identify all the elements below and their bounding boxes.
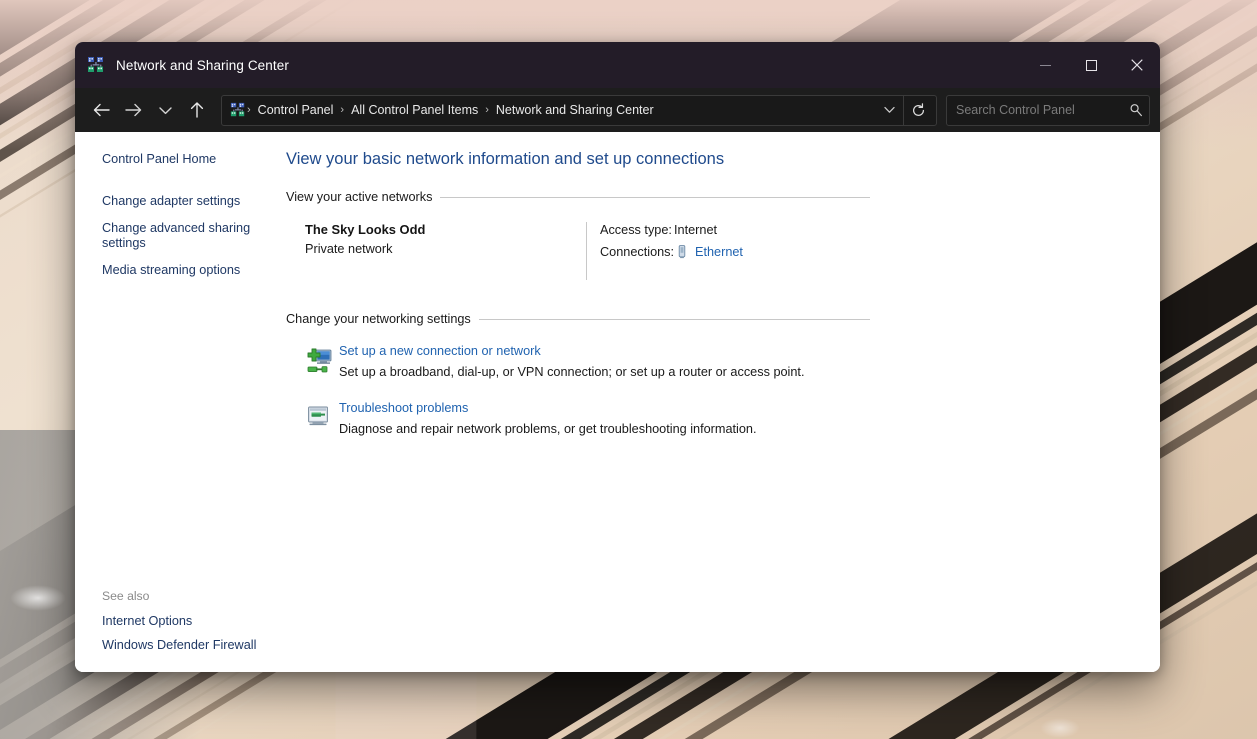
network-type: Private network (305, 242, 586, 256)
networking-settings-heading: Change your networking settings (286, 312, 870, 326)
network-and-sharing-center-window: Network and Sharing Center (75, 42, 1160, 672)
vertical-divider (586, 222, 587, 280)
sidebar-item-media-streaming-options[interactable]: Media streaming options (102, 263, 262, 278)
main-content: View your basic network information and … (286, 132, 1160, 672)
setup-new-connection-link[interactable]: Set up a new connection or network (339, 344, 805, 358)
setup-new-connection-description: Set up a broadband, dial-up, or VPN conn… (339, 365, 805, 379)
troubleshoot-icon (305, 401, 339, 438)
access-type-row: Access type: Internet (600, 223, 743, 237)
network-sharing-center-icon (87, 56, 105, 74)
ethernet-link[interactable]: Ethernet (695, 245, 743, 259)
see-also-section: See also Internet Options Windows Defend… (102, 589, 272, 652)
address-bar[interactable]: › Control Panel › All Control Panel Item… (221, 95, 937, 126)
search-input[interactable] (956, 103, 1129, 117)
breadcrumb-item-control-panel[interactable]: Control Panel (252, 103, 340, 117)
access-type-value: Internet (674, 223, 717, 237)
up-button[interactable] (181, 95, 213, 125)
active-networks-heading: View your active networks (286, 190, 870, 204)
see-also-item-internet-options[interactable]: Internet Options (102, 614, 272, 628)
search-box[interactable] (946, 95, 1150, 126)
refresh-icon[interactable] (904, 96, 932, 125)
maximize-button[interactable] (1068, 42, 1114, 88)
control-panel-icon (230, 102, 246, 118)
close-button[interactable] (1114, 42, 1160, 88)
active-network-row: The Sky Looks Odd Private network Access… (286, 222, 870, 280)
see-also-item-windows-defender-firewall[interactable]: Windows Defender Firewall (102, 638, 272, 652)
access-type-label: Access type: (600, 223, 674, 237)
recent-locations-chevron-down-icon[interactable] (149, 95, 181, 125)
window-title: Network and Sharing Center (116, 58, 289, 73)
troubleshoot-problems-description: Diagnose and repair network problems, or… (339, 422, 757, 436)
active-network-details: Access type: Internet Connections: (600, 222, 743, 267)
section-rule (440, 197, 870, 198)
ethernet-icon (674, 244, 690, 260)
connections-row: Connections: Ethernet (600, 244, 743, 260)
new-connection-icon (305, 344, 339, 381)
breadcrumb-item-network-and-sharing-center[interactable]: Network and Sharing Center (490, 103, 660, 117)
page-title: View your basic network information and … (286, 150, 870, 169)
address-dropdown-chevron-down-icon[interactable] (875, 96, 903, 125)
connections-label: Connections: (600, 245, 674, 259)
sidebar-item-control-panel-home[interactable]: Control Panel Home (102, 152, 262, 167)
network-name: The Sky Looks Odd (305, 222, 586, 237)
sidebar: Control Panel Home Change adapter settin… (75, 132, 286, 672)
sidebar-item-change-advanced-sharing-settings[interactable]: Change advanced sharing settings (102, 221, 262, 251)
window-controls (1022, 42, 1160, 88)
navigation-bar: › Control Panel › All Control Panel Item… (75, 88, 1160, 132)
sidebar-item-change-adapter-settings[interactable]: Change adapter settings (102, 194, 262, 209)
troubleshoot-problems-link[interactable]: Troubleshoot problems (339, 401, 757, 415)
setup-new-connection-text: Set up a new connection or network Set u… (339, 344, 805, 379)
breadcrumb-item-all-control-panel-items[interactable]: All Control Panel Items (345, 103, 484, 117)
setup-new-connection-item[interactable]: Set up a new connection or network Set u… (286, 344, 870, 381)
active-networks-heading-label: View your active networks (286, 190, 432, 204)
troubleshoot-problems-item[interactable]: Troubleshoot problems Diagnose and repai… (286, 401, 870, 438)
see-also-title: See also (102, 589, 272, 603)
minimize-button[interactable] (1022, 42, 1068, 88)
window-titlebar[interactable]: Network and Sharing Center (75, 42, 1160, 88)
troubleshoot-problems-text: Troubleshoot problems Diagnose and repai… (339, 401, 757, 436)
search-icon[interactable] (1129, 103, 1143, 117)
section-rule (479, 319, 870, 320)
networking-settings-heading-label: Change your networking settings (286, 312, 471, 326)
forward-button[interactable] (117, 95, 149, 125)
window-body: Control Panel Home Change adapter settin… (75, 132, 1160, 672)
active-network-identity: The Sky Looks Odd Private network (305, 222, 586, 256)
back-button[interactable] (85, 95, 117, 125)
